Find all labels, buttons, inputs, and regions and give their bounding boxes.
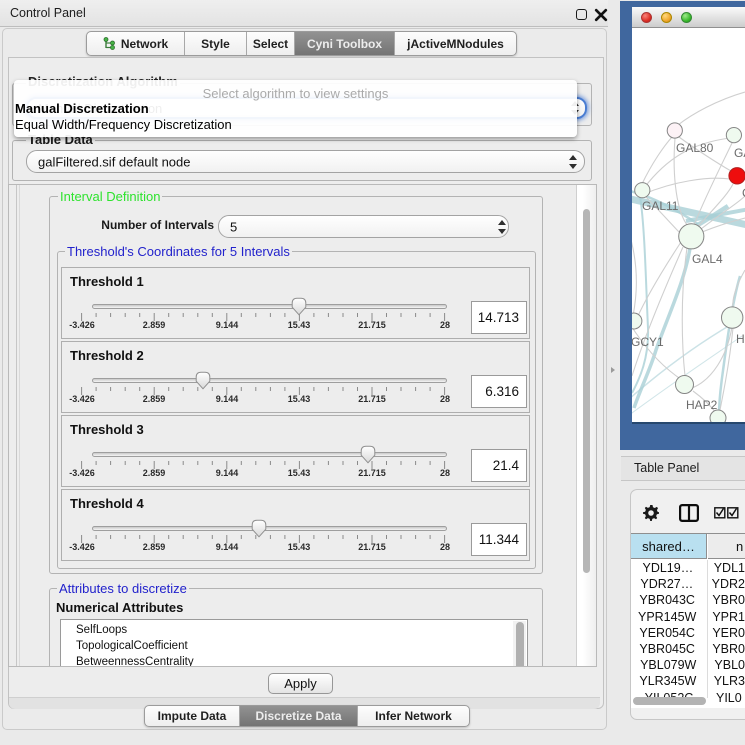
svg-text:H: H [736,332,745,346]
svg-text:HAP2: HAP2 [686,398,718,412]
svg-text:GAL80: GAL80 [676,141,714,155]
svg-text:GCY1: GCY1 [632,335,664,349]
svg-text:GAL11: GAL11 [642,199,679,213]
svg-text:GAL4: GAL4 [692,252,723,266]
svg-text:GA: GA [734,146,745,160]
